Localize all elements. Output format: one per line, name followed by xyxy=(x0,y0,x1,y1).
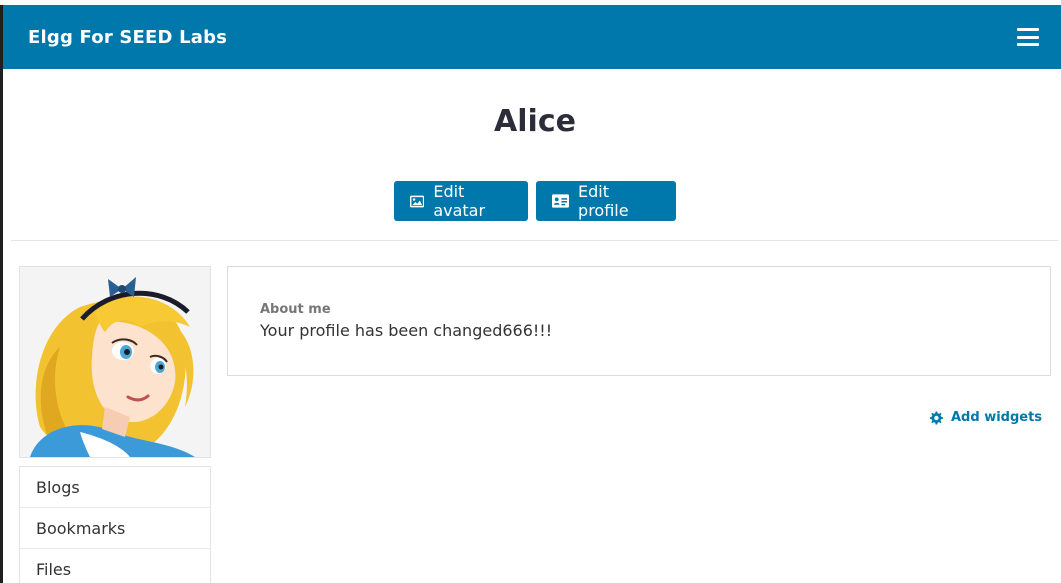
window-edge xyxy=(0,0,3,583)
avatar[interactable] xyxy=(19,266,211,458)
edit-avatar-button[interactable]: Edit avatar xyxy=(394,181,528,221)
menu-item-blogs[interactable]: Blogs xyxy=(20,467,210,508)
image-icon xyxy=(410,195,425,207)
edit-avatar-label: Edit avatar xyxy=(433,182,486,220)
page-title: Alice xyxy=(494,104,576,139)
owner-block-menu: Blogs Bookmarks Files xyxy=(19,466,211,583)
about-me-text: Your profile has been changed666!!! xyxy=(260,321,553,340)
menu-item-files[interactable]: Files xyxy=(20,549,210,583)
menu-item-bookmarks[interactable]: Bookmarks xyxy=(20,508,210,549)
profile-actions: Edit avatar Edit profile xyxy=(394,181,676,221)
site-name-link[interactable]: Elgg For SEED Labs xyxy=(28,27,227,48)
header-divider xyxy=(11,240,1058,241)
add-widgets-label: Add widgets xyxy=(951,410,1043,425)
add-widgets-link[interactable]: Add widgets xyxy=(929,410,1042,425)
hamburger-icon[interactable] xyxy=(1017,28,1039,46)
id-card-icon xyxy=(552,194,570,208)
gear-icon xyxy=(929,411,943,424)
avatar-image xyxy=(20,267,210,457)
edit-profile-label: Edit profile xyxy=(578,182,629,220)
edit-profile-button[interactable]: Edit profile xyxy=(536,181,676,221)
site-header: Elgg For SEED Labs xyxy=(3,5,1061,69)
about-me-label: About me xyxy=(260,302,331,317)
about-me-panel: About me Your profile has been changed66… xyxy=(227,266,1051,376)
